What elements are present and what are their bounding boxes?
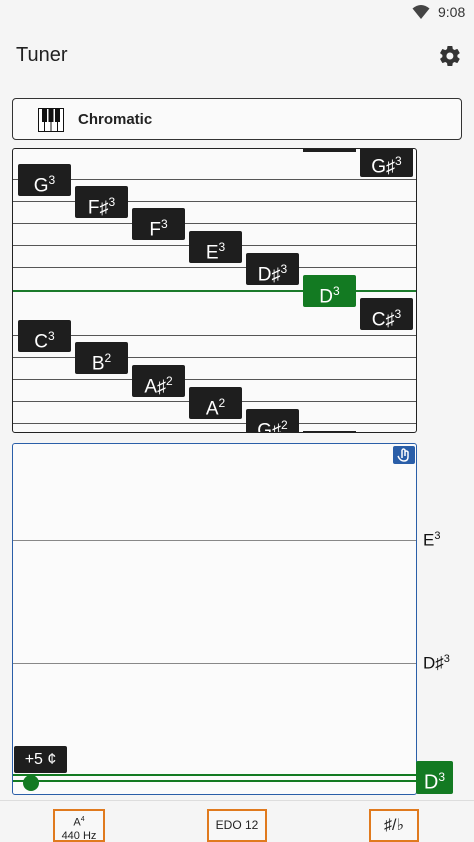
page-title: Tuner [16, 44, 68, 66]
graph-label-d-sharp-3: D♯3 [423, 653, 450, 673]
note-a-sharp-2[interactable]: A♯2 [132, 365, 185, 397]
staff-line [13, 267, 416, 268]
accidental-toggle-button[interactable]: ♯/♭ [369, 809, 419, 842]
graph-label-e3: E3 [423, 530, 441, 550]
note-g-3[interactable]: G3 [18, 164, 71, 196]
graph-label-d3: D3 [416, 761, 453, 794]
tuner-screen: 9:08 Tuner Chromatic G3 F♯3 F3 E3 D♯3 D3… [0, 0, 474, 842]
note-edge [303, 149, 356, 152]
app-bar: Tuner [0, 26, 474, 86]
staff-line [13, 201, 416, 202]
temperament-button[interactable]: EDO 12 [207, 809, 267, 842]
note-edge [303, 431, 356, 432]
note-c-3[interactable]: C3 [18, 320, 71, 352]
note-staff: G3 F♯3 F3 E3 D♯3 D3 C♯3 C3 B2 A♯2 A2 G♯2 G♯3 [12, 148, 417, 433]
pitch-indicator-dot [23, 775, 39, 791]
note-g-sharp-2[interactable]: G♯2 [246, 409, 299, 432]
graph-line-e3 [13, 540, 416, 541]
note-d-3[interactable]: D3 [303, 275, 356, 307]
staff-line [13, 335, 416, 336]
pitch-graph[interactable]: +5 ¢ [12, 443, 417, 795]
instrument-label: Chromatic [78, 111, 153, 128]
staff-line [13, 223, 416, 224]
graph-line-d3-lower [13, 780, 416, 782]
hand-pointer-icon[interactable] [393, 446, 415, 464]
reference-pitch-button[interactable]: A4 440 Hz [53, 809, 105, 842]
wifi-icon [412, 5, 430, 19]
staff-line [13, 179, 416, 180]
staff-line [13, 423, 416, 424]
gear-icon[interactable] [438, 44, 462, 68]
note-g-sharp-3[interactable]: G♯3 [360, 149, 413, 177]
note-b-2[interactable]: B2 [75, 342, 128, 374]
piano-icon [38, 108, 64, 132]
note-f-sharp-3[interactable]: F♯3 [75, 186, 128, 218]
graph-line-d-sharp-3 [13, 663, 416, 664]
note-f-3[interactable]: F3 [132, 208, 185, 240]
cents-deviation: +5 ¢ [14, 746, 67, 773]
staff-line [13, 379, 416, 380]
bottom-bar: A4 440 Hz EDO 12 ♯/♭ [0, 800, 474, 842]
staff-line-active [13, 290, 416, 292]
note-c-sharp-3[interactable]: C♯3 [360, 298, 413, 330]
note-e-3[interactable]: E3 [189, 231, 242, 263]
staff-line [13, 357, 416, 358]
note-d-sharp-3[interactable]: D♯3 [246, 253, 299, 285]
status-bar: 9:08 [0, 0, 474, 26]
note-a-2[interactable]: A2 [189, 387, 242, 419]
graph-line-d3 [13, 774, 416, 776]
status-time: 9:08 [438, 4, 466, 20]
instrument-selector[interactable]: Chromatic [12, 98, 462, 140]
